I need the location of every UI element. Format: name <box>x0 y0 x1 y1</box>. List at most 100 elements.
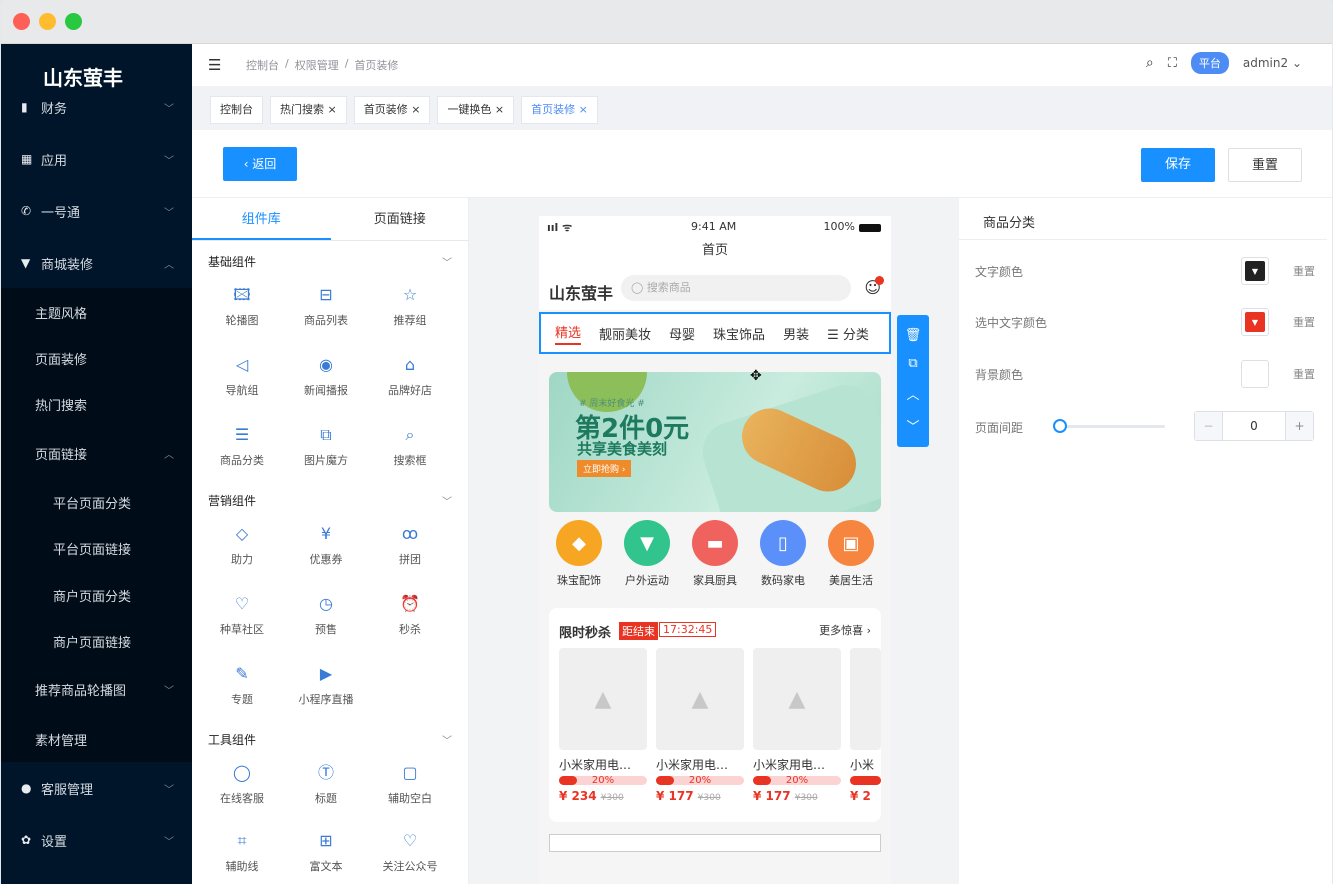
cat-tab[interactable]: 母婴 <box>669 324 695 343</box>
sidebar-item-settings[interactable]: ✿ 设置 ﹀ <box>1 817 192 863</box>
sidebar-item-page-decoration[interactable]: 页面装修 <box>1 335 192 381</box>
comp-flash-sale[interactable]: ⏰ 秒杀 <box>368 593 452 637</box>
sidebar-item-merchant-category[interactable]: 商户页面分类 <box>1 572 192 618</box>
icon-home[interactable]: ▣ 美居生活 <box>821 520 881 606</box>
comp-search-box[interactable]: ⌕ 搜索框 <box>368 424 452 468</box>
chevron-down-icon[interactable]: ﹀ <box>442 254 452 269</box>
tab-components[interactable]: 组件库 <box>192 198 331 240</box>
chevron-down-icon[interactable]: ﹀ <box>442 732 452 747</box>
comp-community[interactable]: ♡ 种草社区 <box>200 593 284 637</box>
spacing-stepper[interactable]: − 0 + <box>1194 411 1314 441</box>
close-window-button[interactable] <box>13 13 30 30</box>
comp-follow-account[interactable]: ♡ 关注公众号 <box>368 830 452 874</box>
sidebar-item-merchant-link[interactable]: 商户页面链接 <box>1 618 192 664</box>
comp-rich-text[interactable]: ⊞ 富文本 <box>284 830 368 874</box>
icon-jewelry[interactable]: ◆ 珠宝配饰 <box>549 520 609 606</box>
banner-carousel[interactable]: # 周末好食光 # 第2件0元 共享美食美刻 立即抢购 › <box>549 372 881 512</box>
spacing-slider-track[interactable] <box>1059 425 1165 428</box>
product-card[interactable]: 小米 ¥ 2 <box>850 648 881 803</box>
sidebar-item-platform-link[interactable]: 平台页面链接 <box>1 525 192 571</box>
comp-news[interactable]: ◉ 新闻播报 <box>284 354 368 398</box>
banner-cta[interactable]: 立即抢购 › <box>577 460 632 477</box>
sidebar-item-customer-service[interactable]: ● 客服管理 ﹀ <box>1 765 192 811</box>
sidebar-item-decoration[interactable]: ▼ 商城装修 ︿ <box>1 240 192 286</box>
sidebar-item-finance[interactable]: ▮ 财务 ﹀ <box>1 84 192 130</box>
phone-search-input[interactable]: ◯ 搜索商品 <box>621 275 851 301</box>
breadcrumb-item[interactable]: 控制台 <box>246 57 279 73</box>
increment-button[interactable]: + <box>1285 412 1313 440</box>
minimize-window-button[interactable] <box>39 13 56 30</box>
menu-toggle-icon[interactable]: ☰ <box>208 56 221 74</box>
icon-outdoor[interactable]: ▼ 户外运动 <box>617 520 677 606</box>
component-tools: 🗑 ⧉ ︿ ﹀ <box>897 315 929 447</box>
sidebar-item-materials[interactable]: 素材管理 <box>1 716 192 762</box>
cat-tab-more[interactable]: ☰ 分类 <box>827 324 869 343</box>
breadcrumb-item[interactable]: 权限管理 <box>295 57 339 73</box>
more-link[interactable]: 更多惊喜 › <box>819 622 871 638</box>
sidebar-item-carousel[interactable]: 推荐商品轮播图 ﹀ <box>1 666 192 712</box>
reset-link[interactable]: 重置 <box>1293 263 1315 279</box>
comp-online-service[interactable]: ◯ 在线客服 <box>200 762 284 806</box>
comp-topic[interactable]: ✎ 专题 <box>200 663 284 707</box>
phone-preview: ııl ᯤ 9:41 AM 100% 首页 山东萤丰 ◯ 搜索商品 ☺ 精选 靓… <box>539 216 891 884</box>
chevron-down-icon[interactable]: ﹀ <box>442 493 452 508</box>
sidebar-item-onenumber[interactable]: ✆ 一号通 ﹀ <box>1 188 192 234</box>
comp-title[interactable]: Ⓣ 标题 <box>284 762 368 806</box>
comp-coupon[interactable]: ¥ 优惠券 <box>284 523 368 567</box>
tab-hot-search[interactable]: 热门搜索 × <box>270 96 347 124</box>
comp-nav[interactable]: ◁ 导航组 <box>200 354 284 398</box>
reset-link[interactable]: 重置 <box>1293 366 1315 382</box>
tab-home-decoration[interactable]: 首页装修 × <box>353 96 431 124</box>
sidebar-item-page-links[interactable]: 页面链接 ︿ <box>1 430 192 476</box>
user-menu[interactable]: admin2 ⌄ <box>1243 56 1302 70</box>
delete-icon[interactable]: 🗑 <box>905 328 922 343</box>
selected-text-color-picker[interactable]: ▼ <box>1241 308 1269 336</box>
sidebar-item-platform-category[interactable]: 平台页面分类 <box>1 479 192 525</box>
icon-furniture[interactable]: ▬ 家具厨具 <box>685 520 745 606</box>
maximize-window-button[interactable] <box>65 13 82 30</box>
decrement-button[interactable]: − <box>1195 412 1223 440</box>
shop-header[interactable]: 山东萤丰 ◯ 搜索商品 ☺ <box>539 268 891 310</box>
comp-category[interactable]: ☰ 商品分类 <box>200 424 284 468</box>
fullscreen-icon[interactable]: ⛶ <box>1168 56 1177 71</box>
comp-product-list[interactable]: ⊟ 商品列表 <box>284 284 368 328</box>
comp-assist[interactable]: ◇ 助力 <box>200 523 284 567</box>
text-color-picker[interactable]: ▼ <box>1241 257 1269 285</box>
tab-theme-color[interactable]: 一键换色 × <box>437 96 515 124</box>
comp-carousel[interactable]: 🖾 轮播图 <box>200 284 284 328</box>
tab-dashboard[interactable]: 控制台 <box>210 96 263 124</box>
icon-digital[interactable]: ▯ 数码家电 <box>753 520 813 606</box>
sidebar-item-apps[interactable]: ▦ 应用 ﹀ <box>1 136 192 182</box>
spacing-slider-handle[interactable] <box>1053 419 1067 433</box>
sidebar-item-theme[interactable]: 主题风格 <box>1 289 192 335</box>
comp-presale[interactable]: ◷ 预售 <box>284 593 368 637</box>
cat-tab[interactable]: 靓丽美妆 <box>599 324 651 343</box>
comp-group-buy[interactable]: ꝏ 拼团 <box>368 523 452 567</box>
back-button[interactable]: ‹ 返回 <box>223 147 297 181</box>
comp-recommend[interactable]: ☆ 推荐组 <box>368 284 452 328</box>
cat-tab[interactable]: 男装 <box>783 324 809 343</box>
category-tab-bar[interactable]: 精选 靓丽美妆 母婴 珠宝饰品 男装 ☰ 分类 <box>539 312 891 354</box>
tab-page-links[interactable]: 页面链接 <box>331 198 470 240</box>
comp-image-cube[interactable]: ⧉ 图片魔方 <box>284 424 368 468</box>
spacing-value[interactable]: 0 <box>1223 412 1285 440</box>
product-card[interactable]: ▲ 小米家用电… 20% ¥ 177 ¥300 <box>753 648 841 803</box>
copy-icon[interactable]: ⧉ <box>908 356 917 371</box>
save-button[interactable]: 保存 <box>1141 148 1215 182</box>
product-card[interactable]: ▲ 小米家用电… 20% ¥ 177 ¥300 <box>656 648 744 803</box>
tab-home-decoration-active[interactable]: 首页装修 × <box>521 96 598 124</box>
comp-spacer[interactable]: ▢ 辅助空白 <box>368 762 452 806</box>
reset-link[interactable]: 重置 <box>1293 314 1315 330</box>
reset-button[interactable]: 重置 <box>1228 148 1302 182</box>
search-icon[interactable]: ⌕ <box>1146 55 1154 71</box>
sidebar-item-hot-search[interactable]: 热门搜索 <box>1 381 192 427</box>
move-down-icon[interactable]: ﹀ <box>906 416 919 435</box>
comp-live[interactable]: ▶ 小程序直播 <box>284 663 368 707</box>
comp-divider[interactable]: ⌗ 辅助线 <box>200 830 284 874</box>
cat-tab[interactable]: 珠宝饰品 <box>713 324 765 343</box>
cat-tab-selected[interactable]: 精选 <box>555 322 582 345</box>
move-up-icon[interactable]: ︿ <box>906 384 919 403</box>
background-color-picker[interactable] <box>1241 360 1269 388</box>
product-card[interactable]: ▲ 小米家用电… 20% ¥ 234 ¥300 <box>559 648 647 803</box>
comp-brand-store[interactable]: ⌂ 品牌好店 <box>368 354 452 398</box>
